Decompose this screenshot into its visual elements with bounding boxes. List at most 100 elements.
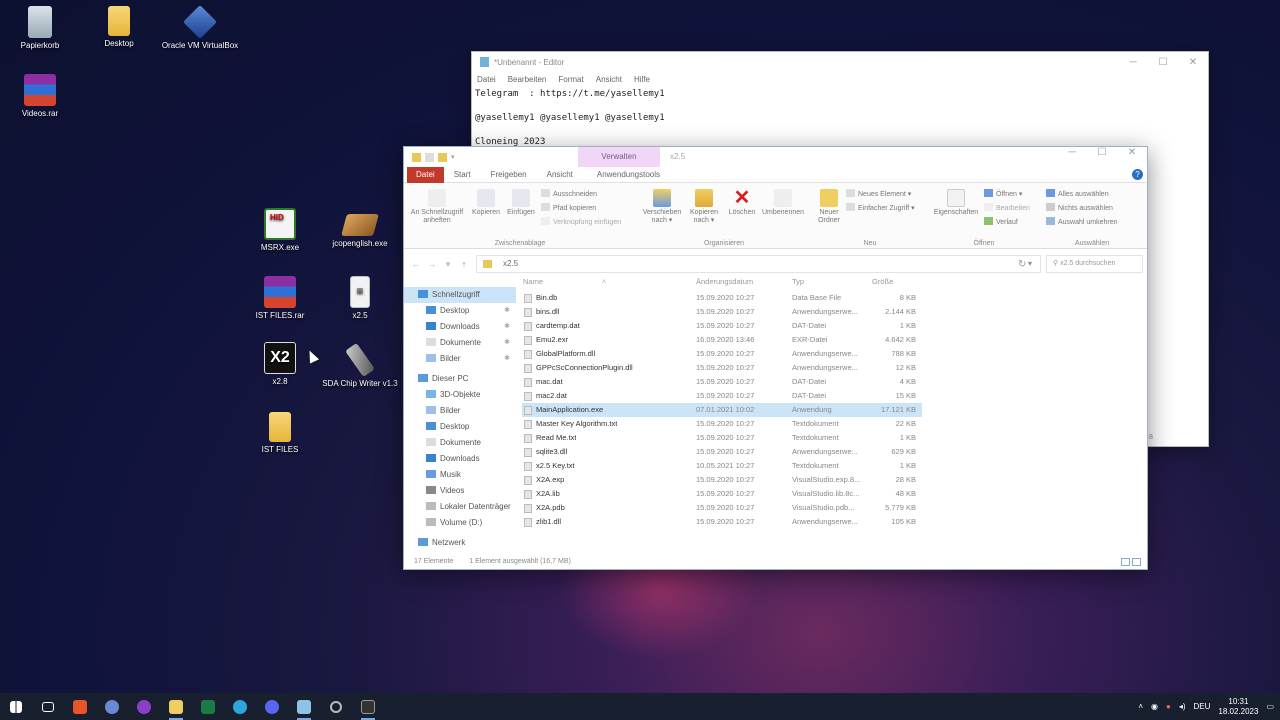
- tab-app-tools[interactable]: Anwendungstools: [583, 167, 670, 183]
- notifications-icon[interactable]: ▭: [1266, 702, 1274, 711]
- file-row[interactable]: X2A.exp 15.09.2020 10:27 VisualStudio.exp.…: [522, 473, 922, 487]
- file-row[interactable]: x2.5 Key.txt 10.05.2021 10:27 Textdokument…: [522, 459, 922, 473]
- tab-manage-context[interactable]: Verwalten: [578, 147, 660, 167]
- address-bar[interactable]: x2.5 ▾: [476, 255, 1041, 273]
- notepad-text-area[interactable]: Telegram : https://t.me/yasellemy1 @yase…: [472, 86, 1208, 150]
- nav-pictures[interactable]: Bilder: [404, 403, 516, 419]
- properties-icon[interactable]: [425, 152, 434, 162]
- file-row[interactable]: sqlite3.dll 15.09.2020 10:27 Anwendungserw…: [522, 445, 922, 459]
- nav-quick-access[interactable]: Schnellzugriff: [404, 287, 516, 303]
- open-button[interactable]: Öffnen ▾: [984, 189, 1022, 198]
- copy-to-button[interactable]: Kopieren nach ▾: [684, 189, 724, 225]
- clock[interactable]: 10:31 18.02.2023: [1218, 697, 1258, 717]
- invert-selection-button[interactable]: Auswahl umkehren: [1046, 217, 1118, 226]
- desktop-icon-desktop-folder[interactable]: Desktop: [79, 6, 159, 48]
- explorer-titlebar[interactable]: ▾ Verwalten x2.5 ─ ☐ ✕: [404, 147, 1147, 167]
- nav-3d-objects[interactable]: 3D-Objekte: [404, 387, 516, 403]
- nav-desktop-pinned[interactable]: Desktop ✱: [404, 303, 516, 319]
- desktop-icon-videos-rar[interactable]: Videos.rar: [0, 74, 80, 118]
- update-icon[interactable]: [320, 693, 352, 720]
- nav-this-pc[interactable]: Dieser PC: [404, 371, 516, 387]
- history-button[interactable]: Verlauf: [984, 217, 1018, 226]
- maximize-icon[interactable]: ☐: [1148, 57, 1178, 68]
- edit-button[interactable]: Bearbeiten: [984, 203, 1030, 212]
- forward-arrow-icon[interactable]: →: [424, 259, 440, 269]
- task-view-icon[interactable]: [32, 693, 64, 720]
- column-name[interactable]: Name: [523, 277, 543, 286]
- desktop-icon-recycle-bin[interactable]: Papierkorb: [0, 6, 80, 50]
- file-row[interactable]: mac.dat 15.09.2020 10:27 DAT-Datei 4 KB: [522, 375, 922, 389]
- column-type[interactable]: Typ: [792, 277, 804, 286]
- nav-music[interactable]: Musik: [404, 467, 516, 483]
- new-folder-button[interactable]: Neuer Ordner: [812, 189, 846, 225]
- file-row[interactable]: mac2.dat 15.09.2020 10:27 DAT-Datei 15 KB: [522, 389, 922, 403]
- minimize-icon[interactable]: ─: [1118, 57, 1148, 68]
- file-row[interactable]: Master Key Algorithm.txt 15.09.2020 10:27…: [522, 417, 922, 431]
- menu-edit[interactable]: Bearbeiten: [508, 75, 547, 84]
- tab-file[interactable]: Datei: [407, 166, 444, 183]
- easy-access-button[interactable]: Einfacher Zugriff ▾: [846, 203, 915, 212]
- help-icon[interactable]: ?: [1132, 169, 1143, 180]
- new-item-button[interactable]: Neues Element ▾: [846, 189, 911, 198]
- desktop-icon-ist-files[interactable]: IST FILES: [240, 412, 320, 454]
- file-row[interactable]: Bin.db 15.09.2020 10:27 Data Base File 8 KB: [522, 291, 922, 305]
- nav-videos[interactable]: Videos: [404, 483, 516, 499]
- move-to-button[interactable]: Verschieben nach ▾: [640, 189, 684, 225]
- desktop-icon-ist-files-rar[interactable]: IST FILES.rar: [240, 276, 320, 320]
- file-row[interactable]: X2A.lib 15.09.2020 10:27 VisualStudio.lib.…: [522, 487, 922, 501]
- up-arrow-icon[interactable]: ↑: [456, 259, 472, 269]
- input-language[interactable]: DEU: [1194, 702, 1211, 711]
- desktop-icon-x28[interactable]: X2 x2.8: [240, 342, 320, 386]
- select-none-button[interactable]: Nichts auswählen: [1046, 203, 1113, 212]
- file-explorer-window[interactable]: ▾ Verwalten x2.5 ─ ☐ ✕ Datei Start Freig…: [403, 146, 1148, 570]
- telegram-icon[interactable]: [224, 693, 256, 720]
- recent-chevron-icon[interactable]: ▾: [440, 259, 456, 270]
- properties-button[interactable]: Eigenschaften: [930, 189, 982, 217]
- address-dropdown-icon[interactable]: ▾: [1028, 256, 1032, 272]
- paste-button[interactable]: Einfügen: [504, 189, 538, 217]
- details-view-icon[interactable]: [1121, 558, 1130, 566]
- pin-quick-access-button[interactable]: An Schnellzugriff anheften: [406, 189, 468, 225]
- cut-button[interactable]: Ausschneiden: [541, 189, 597, 198]
- nav-downloads-pinned[interactable]: Downloads ✱: [404, 319, 516, 335]
- desktop-icon-virtualbox[interactable]: Oracle VM VirtualBox: [158, 5, 242, 50]
- back-arrow-icon[interactable]: ←: [408, 259, 424, 269]
- vpn-icon[interactable]: ●: [1166, 702, 1171, 711]
- file-row[interactable]: MainApplication.exe 07.01.2021 10:02 Anwen…: [522, 403, 922, 417]
- tor-browser-icon[interactable]: [128, 693, 160, 720]
- desktop-icon-x25[interactable]: ≡ x2.5: [320, 276, 400, 320]
- delete-button[interactable]: ✕ Löschen: [724, 188, 760, 217]
- file-row[interactable]: X2A.pdb 15.09.2020 10:27 VisualStudio.pdb.…: [522, 501, 922, 515]
- menu-view[interactable]: Ansicht: [596, 75, 622, 84]
- minimize-icon[interactable]: ─: [1057, 147, 1087, 158]
- nav-pictures-pinned[interactable]: Bilder ✱: [404, 351, 516, 367]
- file-row[interactable]: bins.dll 15.09.2020 10:27 Anwendungserwe..…: [522, 305, 922, 319]
- select-all-button[interactable]: Alles auswählen: [1046, 189, 1109, 198]
- chevron-down-icon[interactable]: ▾: [451, 153, 455, 162]
- rename-button[interactable]: Umbenennen: [758, 189, 808, 217]
- file-row[interactable]: Emu2.exr 16.09.2020 13:46 EXR-Datei 4.642 K…: [522, 333, 922, 347]
- paste-shortcut-button[interactable]: Verknüpfung einfügen: [541, 217, 621, 226]
- nav-volume-d[interactable]: Volume (D:): [404, 515, 516, 531]
- file-row[interactable]: cardtemp.dat 15.09.2020 10:27 DAT-Datei 1 K…: [522, 319, 922, 333]
- menu-help[interactable]: Hilfe: [634, 75, 650, 84]
- tab-share[interactable]: Freigeben: [481, 167, 537, 183]
- file-row[interactable]: GlobalPlatform.dll 15.09.2020 10:27 Anwend…: [522, 347, 922, 361]
- close-icon[interactable]: ✕: [1117, 147, 1147, 158]
- brave-browser-icon[interactable]: [64, 693, 96, 720]
- column-size[interactable]: Größe: [872, 277, 893, 286]
- maximize-icon[interactable]: ☐: [1087, 147, 1117, 158]
- file-row[interactable]: zlib1.dll 15.09.2020 10:27 Anwendungserwe.…: [522, 515, 922, 529]
- notepad-icon[interactable]: [288, 693, 320, 720]
- nav-network[interactable]: Netzwerk: [404, 535, 516, 551]
- menu-file[interactable]: Datei: [477, 75, 496, 84]
- nav-documents-pinned[interactable]: Dokumente ✱: [404, 335, 516, 351]
- desktop-icon-jcopenglish[interactable]: jcopenglish.exe: [320, 208, 400, 248]
- desktop-icon-msrx[interactable]: MSRX.exe: [240, 208, 320, 252]
- close-icon[interactable]: ✕: [1178, 57, 1208, 68]
- windows-start-icon[interactable]: [0, 693, 32, 720]
- nav-local-disk[interactable]: Lokaler Datenträger: [404, 499, 516, 515]
- search-input[interactable]: ⚲ x2.5 durchsuchen: [1046, 255, 1143, 273]
- app-icon[interactable]: [352, 693, 384, 720]
- refresh-icon[interactable]: ↻: [1018, 259, 1026, 270]
